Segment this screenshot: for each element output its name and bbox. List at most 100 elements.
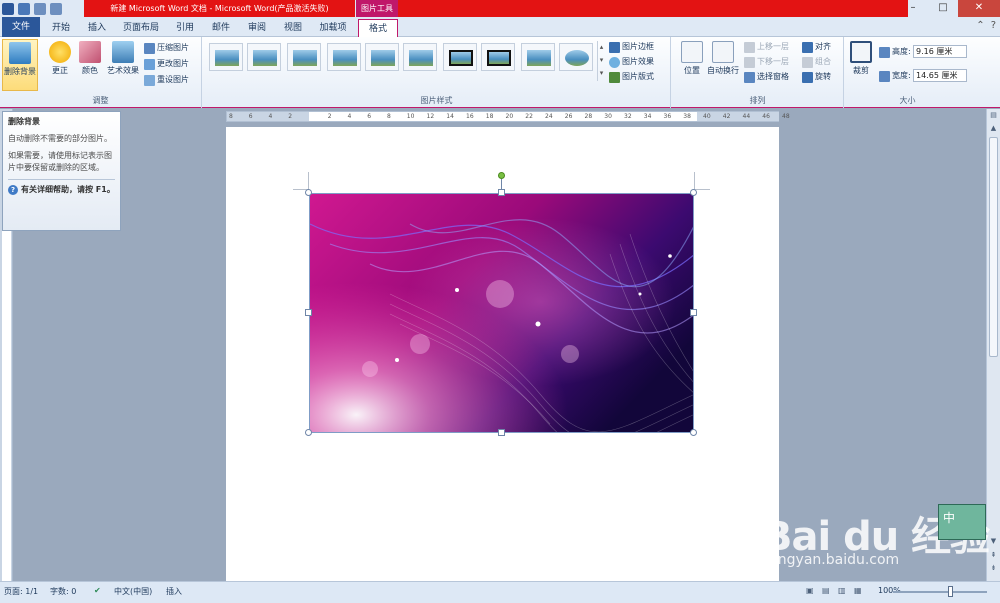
style-thumb-9[interactable]	[521, 43, 555, 71]
reset-picture-button[interactable]: 重设图片	[144, 73, 189, 87]
width-label: 宽度:	[879, 69, 911, 83]
crop-icon	[850, 41, 872, 63]
ruler-numbers: 8 6 4 2 2 4 6 8 10 12 14 16 18 20 22 24 26 28 30 32 34 36 38 40…	[227, 112, 790, 121]
view-reading-icon[interactable]: ▤	[822, 586, 830, 595]
undo-icon[interactable]	[34, 2, 46, 15]
tab-file[interactable]: 文件	[2, 17, 40, 37]
change-picture-icon	[144, 58, 155, 70]
ruler-tick-label: 6	[248, 113, 253, 120]
rotate-button[interactable]: 旋转	[802, 70, 831, 84]
zoom-slider-knob[interactable]	[948, 586, 953, 597]
bring-forward-button[interactable]: 上移一层	[744, 40, 789, 54]
selected-picture[interactable]	[309, 193, 694, 433]
tab-review[interactable]: 审阅	[240, 19, 274, 37]
crop-mark	[308, 172, 309, 190]
page-count[interactable]: 页面: 1/1	[4, 586, 38, 597]
view-outline-icon[interactable]: ▦	[854, 586, 862, 595]
style-thumb-8[interactable]	[481, 43, 515, 71]
style-thumb-7[interactable]	[443, 43, 477, 71]
send-backward-button[interactable]: 下移一层	[744, 55, 789, 69]
wrap-text-icon	[712, 41, 734, 63]
group-arrange: 位置 自动换行 上移一层 下移一层 选择窗格 对齐 组合 旋转 排列	[672, 37, 844, 108]
style-thumb-6[interactable]	[403, 43, 437, 71]
help-icon[interactable]: ?	[991, 20, 996, 31]
resize-handle-nw[interactable]	[305, 189, 312, 196]
resize-handle-s[interactable]	[498, 429, 505, 436]
artistic-effects-button[interactable]: 艺术效果	[104, 39, 142, 91]
reset-picture-icon	[144, 74, 155, 86]
tab-mailings[interactable]: 邮件	[204, 19, 238, 37]
rotate-icon	[802, 71, 813, 83]
change-picture-button[interactable]: 更改图片	[144, 57, 189, 71]
minimize-button[interactable]: –	[898, 0, 928, 17]
tab-addins[interactable]: 加载项	[312, 19, 354, 37]
style-thumb-5[interactable]	[365, 43, 399, 71]
ribbon-tabs: 文件 开始 插入 页面布局 引用 邮件 审阅 视图 加载项 格式 ⌃ ?	[0, 17, 1000, 37]
style-thumb-2[interactable]	[247, 43, 281, 71]
window-controls: – □ ✕	[898, 0, 1000, 17]
width-input[interactable]: 14.65 厘米	[913, 69, 967, 82]
resize-handle-ne[interactable]	[690, 189, 697, 196]
wrap-text-button[interactable]: 自动换行	[704, 39, 742, 91]
rotation-handle[interactable]	[498, 172, 505, 179]
remove-background-tooltip: 删除背景 自动删除不需要的部分图片。 如果需要，请使用标记表示图片中要保留或删除…	[2, 111, 121, 231]
group-objects-button[interactable]: 组合	[802, 55, 831, 69]
position-icon	[681, 41, 703, 63]
color-button[interactable]: 颜色	[72, 39, 108, 91]
tooltip-instructions: 如果需要，请使用标记表示图片中要保留或删除的区域。	[8, 151, 112, 172]
language-indicator[interactable]: 中文(中国)	[114, 586, 152, 597]
ime-indicator[interactable]: 中	[938, 504, 986, 540]
align-button[interactable]: 对齐	[802, 40, 831, 54]
redo-icon[interactable]	[50, 2, 62, 15]
selection-pane-button[interactable]: 选择窗格	[744, 70, 789, 84]
group-picture-styles-label: 图片样式	[420, 96, 453, 105]
ruler-tick-label: 22	[525, 113, 533, 120]
picture-effects-button[interactable]: 图片效果	[609, 55, 654, 69]
window-title: 新建 Microsoft Word 文档 - Microsoft Word(产品…	[84, 0, 355, 17]
style-gallery-scroll[interactable]: ▴ ▾ ▾	[597, 41, 605, 81]
tab-home[interactable]: 开始	[44, 19, 78, 37]
scroll-up-arrow[interactable]: ▲	[988, 124, 999, 135]
ruler-tick-label: 46	[762, 113, 770, 120]
tab-insert[interactable]: 插入	[80, 19, 114, 37]
ruler-tick-label: 4	[268, 113, 273, 120]
ruler-toggle-icon[interactable]: ▤	[988, 111, 999, 122]
resize-handle-n[interactable]	[498, 189, 505, 196]
close-button[interactable]: ✕	[958, 0, 1000, 17]
tab-page-layout[interactable]: 页面布局	[116, 19, 166, 37]
resize-handle-sw[interactable]	[305, 429, 312, 436]
style-thumb-3[interactable]	[287, 43, 321, 71]
proofing-icon[interactable]: ✔	[94, 586, 101, 595]
zoom-slider-track[interactable]	[893, 591, 987, 593]
view-web-icon[interactable]: ▥	[838, 586, 846, 595]
ribbon-collapse-icon[interactable]: ⌃	[976, 20, 984, 31]
save-icon[interactable]	[18, 2, 30, 15]
crop-button[interactable]: 裁剪	[847, 39, 875, 91]
style-thumb-1[interactable]	[209, 43, 243, 71]
picture-layout-button[interactable]: 图片版式	[609, 70, 654, 84]
ruler-tick-label: 16	[466, 113, 474, 120]
tab-format[interactable]: 格式	[358, 19, 398, 37]
maximize-button[interactable]: □	[928, 0, 958, 17]
compress-icon	[144, 42, 155, 54]
word-app-icon	[2, 2, 14, 15]
remove-background-button[interactable]: 删除背景	[2, 39, 38, 91]
resize-handle-w[interactable]	[305, 309, 312, 316]
resize-handle-e[interactable]	[690, 309, 697, 316]
tooltip-help: ? 有关详细帮助，请按 F1。	[8, 179, 115, 195]
insert-mode[interactable]: 插入	[166, 586, 182, 597]
height-input[interactable]: 9.16 厘米	[913, 45, 967, 58]
style-thumb-4[interactable]	[327, 43, 361, 71]
scroll-thumb[interactable]	[989, 137, 998, 357]
quick-access-toolbar	[2, 1, 62, 16]
resize-handle-se[interactable]	[690, 429, 697, 436]
style-thumb-10[interactable]	[559, 43, 593, 71]
picture-tools-context-label: 图片工具	[356, 0, 398, 17]
word-count[interactable]: 字数: 0	[50, 586, 76, 597]
ruler-tick-label: 2	[327, 113, 332, 120]
tab-view[interactable]: 视图	[276, 19, 310, 37]
compress-pictures-button[interactable]: 压缩图片	[144, 41, 189, 55]
tab-references[interactable]: 引用	[168, 19, 202, 37]
picture-border-button[interactable]: 图片边框	[609, 40, 654, 54]
view-print-layout-icon[interactable]: ▣	[806, 586, 814, 595]
